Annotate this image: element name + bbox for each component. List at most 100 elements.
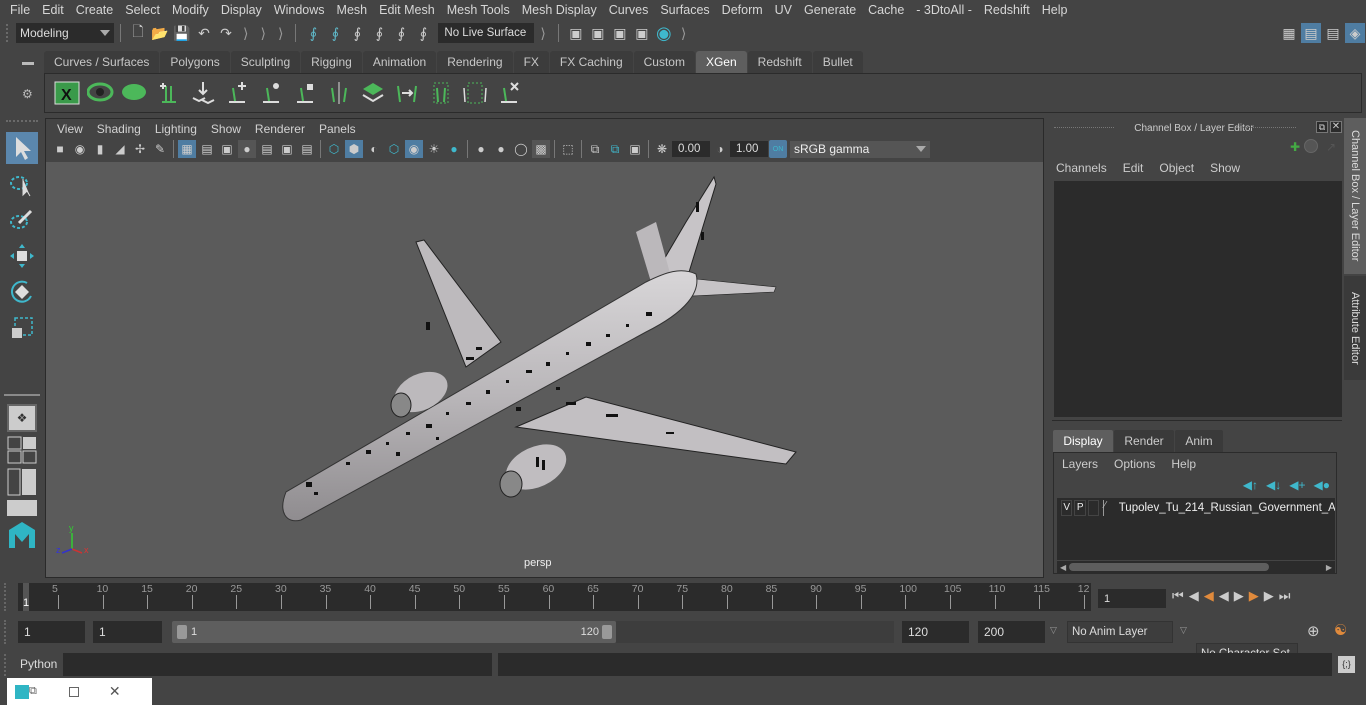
xgen-add-guide-icon[interactable]: [153, 77, 185, 109]
new-scene-icon[interactable]: 🗋: [128, 23, 148, 43]
gamma-icon[interactable]: ◑: [711, 140, 729, 158]
side-tab-attribute-editor[interactable]: Attribute Editor: [1344, 276, 1366, 380]
undo-icon[interactable]: ↶: [194, 23, 214, 43]
shadows-icon[interactable]: ●: [445, 140, 463, 158]
redo-icon[interactable]: ↷: [216, 23, 236, 43]
menu-cache[interactable]: Cache: [862, 3, 910, 17]
shelf-tab-custom[interactable]: Custom: [633, 51, 695, 73]
time-slider[interactable]: 1 5 10 15 20 25 30 35 40 45 50 55 60 65 70 75 80 85 90 95 1…: [18, 583, 1091, 611]
layer-visibility-toggle[interactable]: V: [1061, 500, 1073, 516]
xray-icon[interactable]: ⬡: [385, 140, 403, 158]
xgen-guide-lock-icon[interactable]: [289, 77, 321, 109]
rotate-tool-icon[interactable]: [6, 276, 38, 308]
shelf-tab-bullet[interactable]: Bullet: [812, 51, 863, 73]
vp-menu-view[interactable]: View: [50, 122, 90, 136]
open-scene-icon[interactable]: 📂: [150, 23, 170, 43]
move-layer-up-icon[interactable]: ◀↑: [1243, 478, 1258, 492]
camera-attributes-icon[interactable]: ◉: [71, 140, 89, 158]
wireframe-icon[interactable]: ⬡: [325, 140, 343, 158]
four-view-layout-icon[interactable]: [7, 436, 37, 464]
hypershade-icon[interactable]: ◉: [654, 23, 674, 43]
xgen-guide-visibility-icon[interactable]: [255, 77, 287, 109]
airplane-model[interactable]: [46, 162, 1043, 577]
2d-pan-zoom-icon[interactable]: ✢: [131, 140, 149, 158]
close-icon[interactable]: ✕: [109, 683, 121, 700]
play-backwards-icon[interactable]: ◀: [1219, 588, 1229, 604]
snap-view-plane-icon[interactable]: ∮: [369, 23, 389, 43]
camera-icon[interactable]: ■: [51, 140, 69, 158]
menu-mesh-tools[interactable]: Mesh Tools: [441, 3, 516, 17]
xray-components-icon[interactable]: ▣: [626, 140, 644, 158]
cb-menu-edit[interactable]: Edit: [1123, 161, 1144, 175]
menu-edit[interactable]: Edit: [36, 3, 70, 17]
live-surface-field[interactable]: No Live Surface: [438, 23, 535, 43]
ipr-render-icon[interactable]: ▣: [610, 23, 630, 43]
shelf-tab-xgen[interactable]: XGen: [695, 51, 747, 73]
cb-menu-show[interactable]: Show: [1210, 161, 1240, 175]
safe-action-icon[interactable]: ▣: [278, 140, 296, 158]
go-to-start-icon[interactable]: ⏮: [1172, 588, 1184, 604]
shelf-tab-animation[interactable]: Animation: [362, 51, 437, 73]
snap-surface-icon[interactable]: ∮: [413, 23, 433, 43]
snap-point-icon[interactable]: ∮: [347, 23, 367, 43]
select-tool-icon[interactable]: [6, 132, 38, 164]
animation-start-field[interactable]: 1: [18, 621, 85, 643]
vp-menu-lighting[interactable]: Lighting: [148, 122, 204, 136]
scroll-right-icon[interactable]: ▶: [1326, 563, 1332, 572]
render-frame-icon[interactable]: ▣: [588, 23, 608, 43]
shelf-tab-sculpting[interactable]: Sculpting: [230, 51, 301, 73]
isolate-select-icon[interactable]: ⬚: [559, 140, 577, 158]
field-chart-icon[interactable]: ▤: [258, 140, 276, 158]
outliner-persp-layout-icon[interactable]: [7, 468, 37, 496]
shelf-tab-polygons[interactable]: Polygons: [160, 51, 230, 73]
xgen-guide-add-icon[interactable]: [221, 77, 253, 109]
menu-file[interactable]: File: [4, 3, 36, 17]
range-end-handle[interactable]: [602, 625, 612, 639]
layer-tab-render[interactable]: Render: [1114, 430, 1174, 452]
safe-title-icon[interactable]: ▤: [298, 140, 316, 158]
menu-curves[interactable]: Curves: [603, 3, 655, 17]
exposure-field[interactable]: 0.00: [672, 141, 710, 157]
grip-handle[interactable]: [6, 24, 10, 42]
xray-active-icon[interactable]: ⧉: [606, 140, 624, 158]
vp-menu-renderer[interactable]: Renderer: [248, 122, 312, 136]
layer-menu-layers[interactable]: Layers: [1062, 457, 1098, 471]
xgen-select-guides-icon[interactable]: [425, 77, 457, 109]
layer-name[interactable]: Tupolev_Tu_214_Russian_Government_Airli: [1119, 502, 1335, 514]
step-back-frame-icon[interactable]: ◀: [1189, 588, 1199, 604]
collapse-arrow-icon[interactable]: ⟩: [540, 25, 545, 42]
playback-end-field[interactable]: 120: [902, 621, 969, 643]
menu-mesh[interactable]: Mesh: [331, 3, 374, 17]
gear-icon[interactable]: ⚙: [22, 87, 38, 101]
render-view-icon[interactable]: ▣: [566, 23, 586, 43]
viewport-scene[interactable]: y x z persp: [46, 162, 1043, 577]
layer-playback-toggle[interactable]: P: [1074, 500, 1086, 516]
use-all-lights-icon[interactable]: ☀: [425, 140, 443, 158]
wireframe-on-shaded-icon[interactable]: ◐: [365, 140, 383, 158]
bookmark-icon[interactable]: ▮: [91, 140, 109, 158]
menu-help[interactable]: Help: [1036, 3, 1074, 17]
menu-select[interactable]: Select: [119, 3, 166, 17]
layer-type-toggle[interactable]: [1087, 500, 1100, 516]
go-to-end-icon[interactable]: ⏭: [1279, 588, 1291, 604]
animation-end-field[interactable]: 200: [978, 621, 1045, 643]
shelf-tab-rigging[interactable]: Rigging: [301, 51, 362, 73]
color-space-dropdown[interactable]: sRGB gamma: [790, 140, 930, 158]
vp-menu-shading[interactable]: Shading: [90, 122, 148, 136]
layer-scrollbar[interactable]: ◀ ▶: [1057, 561, 1335, 573]
shelf-tab-fx-caching[interactable]: FX Caching: [549, 51, 633, 73]
layer-menu-help[interactable]: Help: [1171, 457, 1196, 471]
float-panel-icon[interactable]: ⧉: [1316, 121, 1328, 133]
vp-menu-panels[interactable]: Panels: [312, 122, 363, 136]
playback-start-field[interactable]: 1: [93, 621, 162, 643]
grip-handle[interactable]: [6, 120, 38, 130]
smooth-shade-icon[interactable]: ⬢: [345, 140, 363, 158]
xgen-clear-preview-icon[interactable]: [119, 77, 151, 109]
layer-row[interactable]: V P ∕ Tupolev_Tu_214_Russian_Government_…: [1057, 498, 1335, 518]
render-settings-icon[interactable]: ▣: [632, 23, 652, 43]
menu-create[interactable]: Create: [70, 3, 120, 17]
grip-handle[interactable]: [4, 654, 14, 676]
restore-icon[interactable]: ⧉: [29, 685, 37, 698]
minimized-window[interactable]: ⧉ ✕: [7, 678, 152, 705]
textured-icon[interactable]: ◉: [405, 140, 423, 158]
